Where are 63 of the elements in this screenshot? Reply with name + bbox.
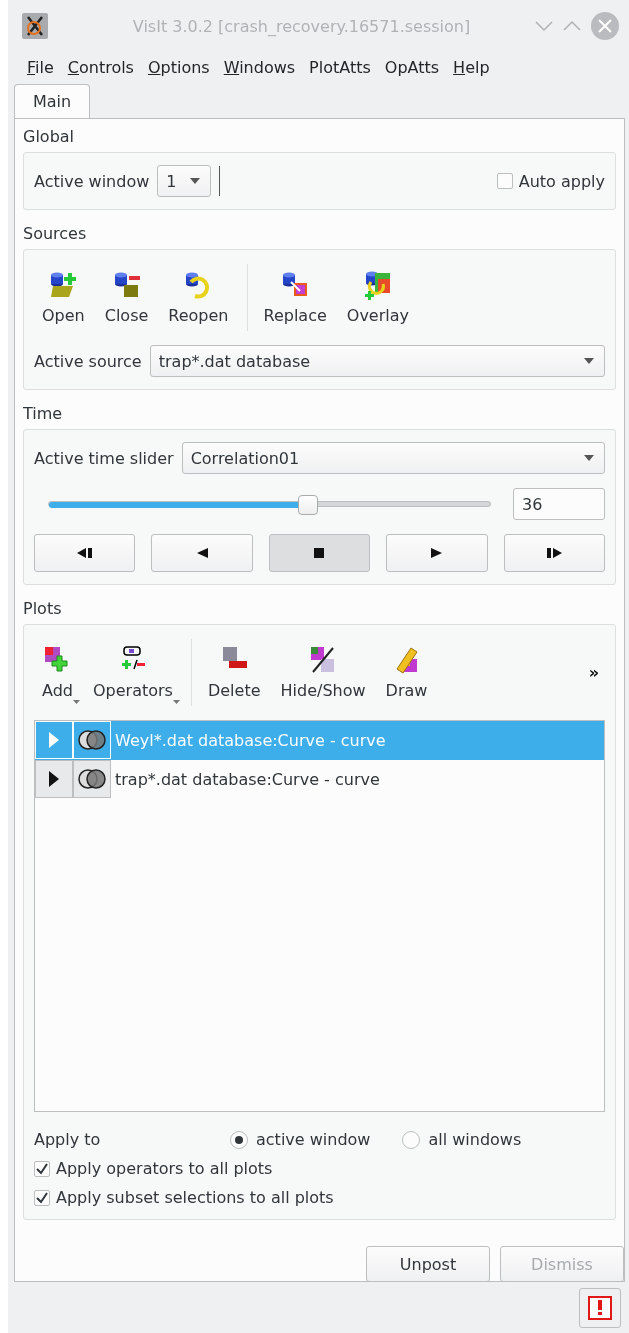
open-icon — [48, 270, 79, 300]
menu-item[interactable]: Help — [448, 54, 495, 80]
step-back-icon — [76, 547, 94, 559]
overlay-icon — [362, 270, 393, 300]
radio-button[interactable] — [230, 1130, 248, 1149]
more-tools-button[interactable]: » — [582, 663, 605, 682]
toolbar-button[interactable]: Close — [96, 264, 157, 331]
group-title: Time — [23, 404, 64, 425]
checkbox[interactable] — [34, 1160, 50, 1177]
plot-name: Weyl*.dat database:Curve - curve — [114, 729, 386, 752]
active-source-dropdown[interactable]: trap*.dat database — [149, 345, 605, 377]
slider-thumb[interactable] — [297, 495, 318, 515]
app-logo-icon — [22, 13, 48, 39]
checkbox-label: Apply subset selections to all plots — [56, 1188, 334, 1207]
step-forward-icon — [545, 547, 563, 559]
radio-label: active window — [256, 1130, 371, 1149]
dropdown-caret-icon — [584, 358, 594, 364]
toolbar-button[interactable]: Replace — [246, 264, 335, 331]
menu-item[interactable]: OpAtts — [379, 54, 445, 80]
field-label: Active source — [34, 351, 142, 371]
radio-button[interactable] — [402, 1130, 421, 1149]
toolbar-button[interactable]: Open — [34, 264, 93, 331]
group-title: Global — [23, 127, 76, 148]
plot-list-item[interactable]: trap*.dat database:Curve - curve — [35, 760, 604, 799]
checkbox[interactable] — [496, 173, 513, 189]
checkbox[interactable] — [34, 1189, 50, 1206]
exclamation-icon — [588, 1296, 612, 1320]
menu-item[interactable]: Options — [142, 54, 215, 80]
time-slider-dropdown[interactable]: Correlation01 — [181, 442, 605, 474]
toolbar-button[interactable]: Reopen — [160, 264, 237, 331]
toolbar-button[interactable]: Operators — [85, 639, 181, 706]
group-title: Sources — [23, 224, 88, 245]
toolbar-button[interactable]: Hide/Show — [272, 639, 374, 706]
toolbar-button[interactable]: Overlay — [338, 264, 417, 331]
active-window-dropdown[interactable]: 1 — [157, 165, 212, 197]
alert-button[interactable] — [579, 1288, 621, 1328]
visibility-icon[interactable] — [73, 760, 111, 798]
dropdown-caret-icon — [584, 455, 594, 461]
menu-caret-icon — [172, 700, 180, 704]
radio-label: all windows — [428, 1130, 522, 1149]
menu-item[interactable]: PlotAtts — [304, 54, 376, 80]
frame-field[interactable]: 36 — [513, 488, 605, 520]
menu-item[interactable]: Windows — [218, 54, 301, 80]
field-label: Active window — [34, 171, 150, 191]
field-label: Apply to — [34, 1130, 102, 1149]
dialog-button[interactable]: Unpost — [366, 1246, 490, 1282]
menu-item[interactable]: File — [22, 54, 59, 80]
menu-caret-icon — [73, 700, 80, 704]
stop-button[interactable] — [268, 534, 371, 572]
checkbox-label: Auto apply — [518, 171, 605, 191]
group-title: Plots — [23, 599, 63, 620]
step-back-button[interactable] — [34, 534, 136, 572]
toolbar-button[interactable]: Add — [34, 639, 81, 706]
window-title: VisIt 3.0.2 [crash_recovery.16571.session] — [131, 16, 472, 36]
step-forward-button[interactable] — [503, 534, 605, 572]
plot-name: trap*.dat database:Curve - curve — [114, 768, 380, 791]
tab[interactable]: Main — [14, 84, 91, 118]
toolbar-button[interactable]: Draw — [377, 639, 436, 706]
toolbar-button[interactable]: Delete — [190, 639, 269, 706]
menu-item[interactable]: Controls — [62, 54, 139, 80]
field-label: Active time slider — [34, 448, 174, 468]
dropdown-caret-icon — [190, 178, 201, 184]
checkbox-label: Apply operators to all plots — [56, 1159, 273, 1178]
